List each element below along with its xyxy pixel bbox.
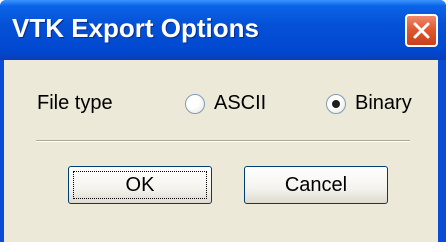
dialog-body (4, 60, 438, 242)
radio-binary[interactable] (326, 94, 346, 114)
dialog-title: VTK Export Options (12, 13, 259, 43)
radio-selected-dot-icon (332, 100, 340, 108)
title-bar[interactable]: VTK Export Options (0, 0, 446, 60)
radio-ascii[interactable] (185, 94, 205, 114)
focus-rectangle (73, 171, 207, 199)
radio-binary-label[interactable]: Binary (355, 92, 412, 115)
radio-ascii-label[interactable]: ASCII (214, 92, 266, 115)
file-type-label: File type (37, 92, 113, 114)
close-icon (413, 22, 430, 39)
vtk-export-dialog: VTK Export Options File type ASCII Binar… (0, 0, 446, 242)
ok-button[interactable]: OK (68, 166, 212, 204)
cancel-button-label: Cancel (284, 174, 348, 196)
close-button[interactable] (405, 14, 438, 47)
separator (36, 140, 410, 142)
cancel-button[interactable]: Cancel (244, 166, 388, 204)
